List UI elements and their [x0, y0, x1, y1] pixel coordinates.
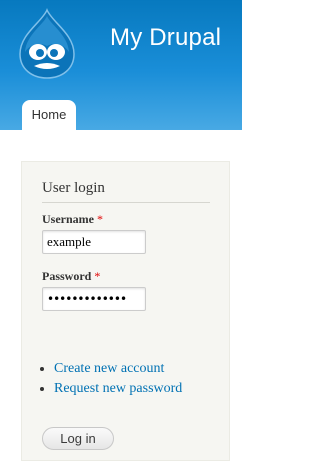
site-name[interactable]: My Drupal: [110, 24, 221, 52]
bullet-icon: [40, 367, 44, 371]
bullet-icon: [40, 387, 44, 391]
tab-home[interactable]: Home: [22, 100, 76, 130]
drupal-drop-icon[interactable]: [16, 8, 78, 80]
password-label: Password *: [42, 269, 100, 284]
username-required-marker: *: [96, 212, 103, 226]
login-button[interactable]: Log in: [42, 427, 114, 450]
password-label-text: Password: [42, 269, 92, 283]
password-required-marker: *: [94, 269, 101, 283]
block-title: User login: [42, 180, 210, 203]
username-input[interactable]: example: [42, 230, 146, 254]
request-password-link[interactable]: Request new password: [54, 381, 182, 396]
username-label-text: Username: [42, 212, 94, 226]
list-item: Request new password: [36, 379, 182, 399]
create-account-link[interactable]: Create new account: [54, 361, 164, 376]
list-item: Create new account: [36, 359, 182, 379]
password-input[interactable]: •••••••••••••: [42, 287, 146, 311]
username-label: Username *: [42, 212, 103, 227]
main-content: User login Username * example Password *…: [0, 130, 242, 466]
site-header: My Drupal Home: [0, 0, 242, 130]
login-links: Create new account Request new password: [36, 359, 182, 399]
user-login-block: User login Username * example Password *…: [21, 161, 230, 461]
